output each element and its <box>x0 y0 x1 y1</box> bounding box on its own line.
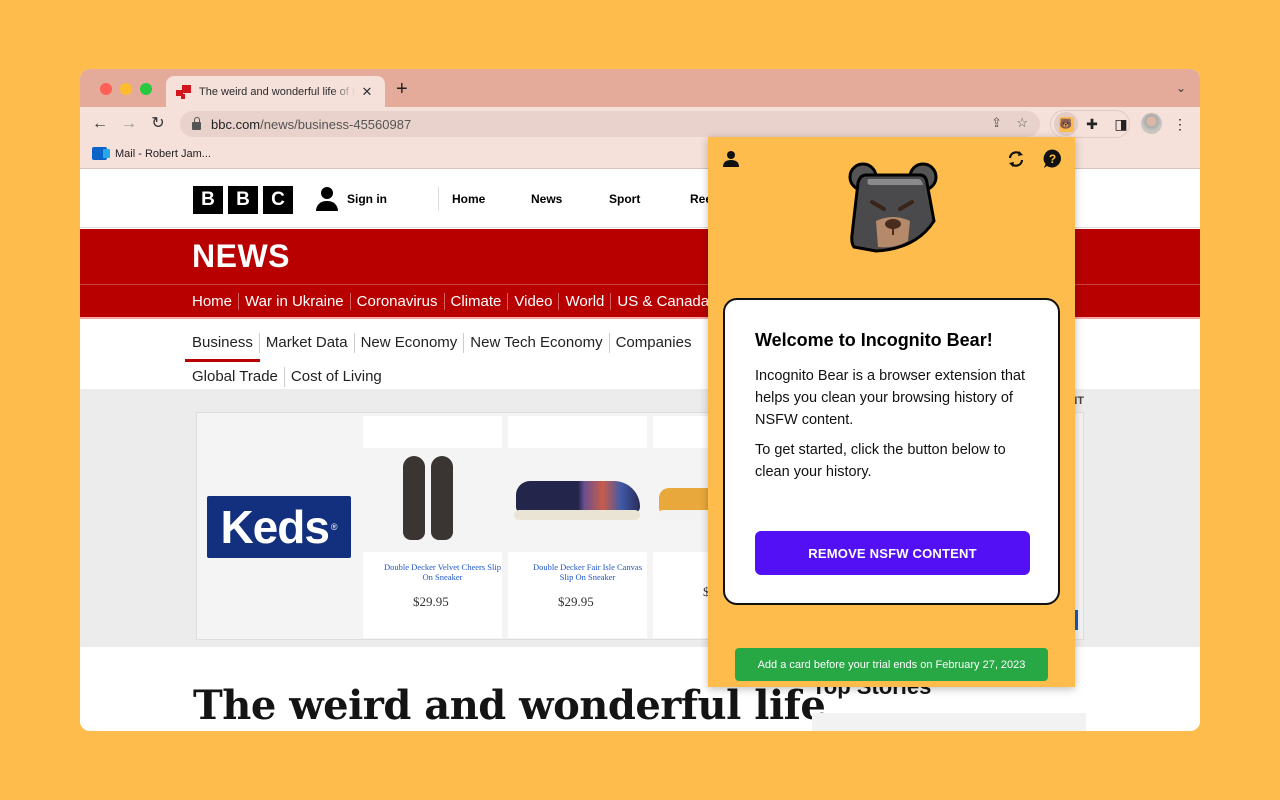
top-stories-box <box>812 713 1086 731</box>
sub-nav-new-economy[interactable]: New Economy <box>353 333 464 353</box>
sub-nav-new-tech-economy[interactable]: New Tech Economy <box>463 333 608 353</box>
back-arrow-icon[interactable]: ← <box>89 113 111 135</box>
welcome-card: Welcome to Incognito Bear! Incognito Bea… <box>723 298 1060 605</box>
side-panel-icon[interactable]: ◨ <box>1112 115 1130 133</box>
keds-logo[interactable]: Keds ® <box>207 496 351 558</box>
news-title[interactable]: NEWS <box>192 238 290 275</box>
new-tab-button[interactable]: + <box>396 79 408 99</box>
trial-notice-button[interactable]: Add a card before your trial ends on Feb… <box>735 648 1048 681</box>
close-tab-icon[interactable]: ✕ <box>359 84 375 100</box>
close-window-button[interactable] <box>100 83 112 95</box>
address-bar[interactable]: bbc.com/news/business-45560987 ⇪ ☆ <box>180 111 1040 137</box>
toolbar: ← → ↻ bbc.com/news/business-45560987 ⇪ ☆… <box>80 107 1200 141</box>
bbc-favicon-icon <box>176 84 192 100</box>
ad-product[interactable]: Double Decker Fair Isle Canvas Slip On S… <box>508 416 647 638</box>
help-icon[interactable]: ? <box>1043 149 1062 174</box>
star-icon[interactable]: ☆ <box>1016 115 1028 131</box>
ad-product[interactable]: Double Decker Velvet Cheers Slip On Snea… <box>363 416 502 638</box>
svg-text:?: ? <box>1049 152 1056 166</box>
incognito-bear-popup: ? Welcome to Incognito Bear! Incognito B… <box>708 137 1075 687</box>
sign-in-link[interactable]: Sign in <box>315 187 387 211</box>
sub-nav-cost-of-living[interactable]: Cost of Living <box>283 367 388 387</box>
news-nav-home[interactable]: Home <box>192 293 238 310</box>
account-icon[interactable] <box>723 150 739 173</box>
news-nav-war-in-ukraine[interactable]: War in Ukraine <box>238 292 350 310</box>
kebab-menu-icon[interactable]: ⋮ <box>1171 115 1189 133</box>
url-text[interactable]: bbc.com/news/business-45560987 <box>211 117 411 132</box>
profile-avatar[interactable] <box>1141 113 1162 134</box>
news-nav-climate[interactable]: Climate <box>443 292 508 310</box>
tab-strip: The weird and wonderful life of Bill Gat… <box>80 69 1200 107</box>
reload-icon[interactable]: ↻ <box>147 113 169 135</box>
welcome-title: Welcome to Incognito Bear! <box>755 330 993 350</box>
news-nav-world[interactable]: World <box>558 292 610 310</box>
sub-nav-business[interactable]: Business <box>185 333 260 362</box>
article-headline: The weird and wonderful life <box>193 682 826 729</box>
sub-nav-global-trade[interactable]: Global Trade <box>192 367 284 387</box>
person-icon <box>315 187 339 211</box>
tab-title: The weird and wonderful life of Bill Gat… <box>199 85 355 98</box>
sync-icon[interactable] <box>1006 149 1026 174</box>
maximize-window-button[interactable] <box>140 83 152 95</box>
puzzle-icon[interactable]: ✚ <box>1083 115 1101 133</box>
active-tab[interactable]: The weird and wonderful life of Bill Gat… <box>166 76 385 107</box>
tab-search-chevron-icon[interactable]: ⌄ <box>1176 81 1186 95</box>
news-nav-video[interactable]: Video <box>507 292 558 310</box>
news-nav-us-canada[interactable]: US & Canada <box>610 292 715 310</box>
outlook-icon <box>92 147 110 160</box>
forward-arrow-icon[interactable]: → <box>118 113 140 135</box>
divider <box>438 187 439 211</box>
news-nav-coronavirus[interactable]: Coronavirus <box>349 292 444 310</box>
bear-logo-icon <box>846 161 940 255</box>
business-sub-nav: Business Market Data New Economy New Tec… <box>185 326 722 394</box>
top-nav-sport[interactable]: Sport <box>609 192 640 206</box>
lock-icon <box>192 116 201 130</box>
bookmark-mail[interactable]: Mail - Robert Jam... <box>92 147 211 160</box>
top-nav-home[interactable]: Home <box>452 192 485 206</box>
welcome-instructions: To get started, click the button below t… <box>755 442 1006 480</box>
sub-nav-companies[interactable]: Companies <box>608 333 698 353</box>
top-nav-news[interactable]: News <box>531 192 562 206</box>
remove-nsfw-button[interactable]: REMOVE NSFW CONTENT <box>755 531 1030 575</box>
welcome-description: Incognito Bear is a browser extension th… <box>755 368 1026 428</box>
bbc-logo[interactable]: B B C <box>193 186 293 214</box>
shoe-image <box>363 448 502 552</box>
minimize-window-button[interactable] <box>120 83 132 95</box>
sub-nav-market-data[interactable]: Market Data <box>258 333 354 353</box>
incognito-bear-icon[interactable]: 🐻 <box>1054 112 1078 136</box>
share-icon[interactable]: ⇪ <box>991 115 1002 131</box>
shoe-image <box>508 448 647 552</box>
